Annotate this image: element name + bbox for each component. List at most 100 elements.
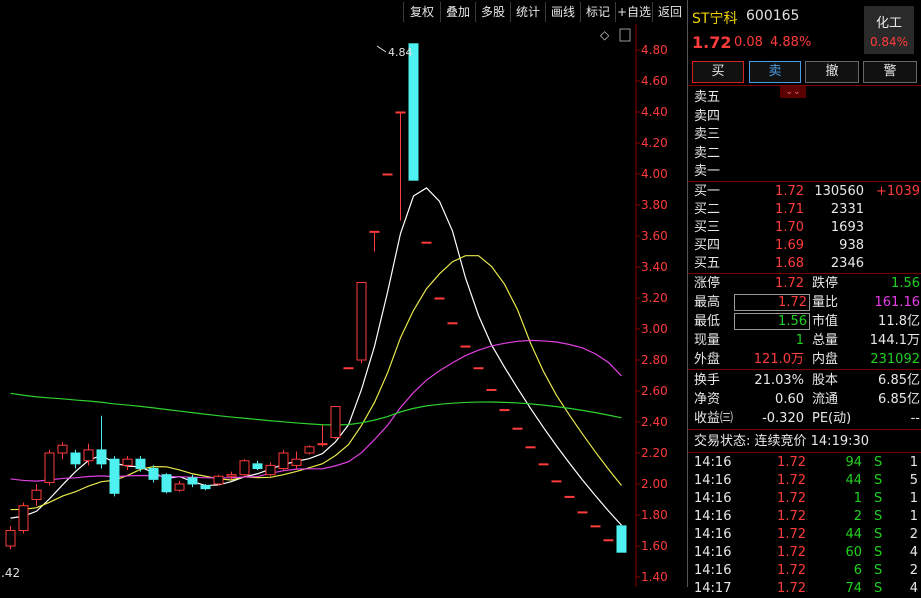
fuquan-button[interactable]: 复权: [403, 2, 440, 22]
candle: [603, 539, 614, 542]
candle: [44, 449, 55, 486]
moving-average-lines: [10, 187, 622, 526]
stat-row: 现量 1 总量 144.1万: [694, 332, 920, 350]
candle: [83, 443, 94, 466]
candle: [512, 427, 523, 430]
bid-price: 1.68: [775, 256, 804, 271]
bid-label: 买三: [694, 220, 721, 235]
stat-row: 涨停 1.72 跌停 1.56: [694, 275, 920, 293]
tick-row: 14:16 1.72 1 S 1: [694, 490, 920, 508]
candle-body: [83, 449, 94, 462]
mark-button[interactable]: 标记: [580, 2, 615, 22]
back-button[interactable]: 返回: [652, 2, 687, 22]
draw-line-button[interactable]: 画线: [545, 2, 580, 22]
tick-side: S: [874, 509, 883, 524]
candle: [356, 282, 367, 364]
tick-price: 1.72: [777, 455, 806, 470]
candle-body: [330, 406, 341, 438]
overlay-button[interactable]: 叠加: [440, 2, 475, 22]
tick-count: 2: [909, 563, 918, 578]
candle: [369, 230, 380, 252]
diamond-icon[interactable]: ◇: [600, 28, 610, 42]
candle: [317, 425, 328, 447]
candle-body: [538, 463, 549, 466]
tick-time: 14:16: [694, 527, 732, 542]
candle: [161, 473, 172, 494]
tick-row: 14:16 1.72 44 S 2: [694, 526, 920, 544]
ask-row: 卖四: [694, 108, 920, 126]
candle-body: [551, 480, 562, 483]
price-change: 0.08: [734, 35, 763, 50]
bid-volume: 1693: [830, 220, 864, 235]
trade-status: 交易状态: 连续竞价 14:19:30: [694, 434, 870, 449]
ask-label: 卖五: [694, 90, 721, 105]
tick-volume: 2: [853, 509, 862, 524]
candle-body: [96, 449, 107, 465]
tick-row: 14:17 1.72 74 S 4: [694, 580, 920, 598]
tick-volume: 60: [845, 545, 862, 560]
bid-row: 买一 1.72 130560 +1039: [694, 183, 920, 201]
candle: [57, 442, 68, 460]
window-toggle-icon[interactable]: [619, 28, 631, 42]
ask-label: 卖三: [694, 127, 721, 142]
candle: [551, 480, 562, 483]
high-price-label: 4.84: [388, 46, 413, 59]
candle: [5, 525, 16, 550]
tick-count: 4: [909, 581, 918, 596]
tick-volume: 44: [845, 527, 862, 542]
candle-body: [408, 43, 419, 181]
tick-side: S: [874, 563, 883, 578]
stat-value: 161.16: [874, 295, 921, 310]
multi-stock-button[interactable]: 多股: [475, 2, 510, 22]
bid-volume: 2346: [830, 256, 864, 271]
price-axis-label: 4.40: [641, 105, 668, 119]
add-watchlist-button[interactable]: +自选: [615, 2, 652, 22]
candle: [408, 43, 419, 181]
tick-side: S: [874, 473, 883, 488]
candle-body: [252, 463, 263, 470]
alert-button[interactable]: 警: [863, 61, 917, 83]
candle-body: [109, 458, 120, 494]
candle-body: [161, 474, 172, 493]
stat-label: 最低: [694, 314, 721, 329]
candle-body: [200, 485, 211, 490]
tick-side: S: [874, 527, 883, 542]
candle: [473, 367, 484, 370]
candle-body: [343, 367, 354, 370]
tick-volume: 1: [853, 491, 862, 506]
price-axis-label: 3.40: [641, 260, 668, 274]
cancel-order-button[interactable]: 撤: [805, 61, 859, 83]
sell-button[interactable]: 卖: [749, 61, 801, 83]
price-axis-label: 2.20: [641, 446, 668, 460]
price-axis-label: 1.40: [641, 570, 668, 584]
tick-time: 14:16: [694, 509, 732, 524]
candle-body: [499, 409, 510, 412]
bid-volume: 2331: [830, 202, 864, 217]
tick-side: S: [874, 581, 883, 596]
tick-time: 14:16: [694, 473, 732, 488]
sector-badge[interactable]: 化工 0.84%: [864, 6, 914, 54]
stat-value: --: [910, 411, 920, 426]
stock-name: ST宁科: [692, 11, 738, 27]
low-price-label: .42: [1, 566, 20, 580]
price-axis-label: 3.00: [641, 322, 668, 336]
stat-row: 收益㈢ -0.320 PE(动) --: [694, 410, 920, 428]
kline-chart[interactable]: 4.80 4.60 4.40 4.20 4.00 3.80 3.60 3.40 3.20 3.00…: [0, 24, 686, 587]
ask-row: 卖三: [694, 126, 920, 144]
tick-row: 14:16 1.72 94 S 1: [694, 454, 920, 472]
ask-label: 卖一: [694, 164, 721, 179]
tick-count: 5: [909, 473, 918, 488]
sector-pct: 0.84%: [869, 35, 909, 49]
stat-label: 总量: [812, 333, 839, 348]
candle: [538, 463, 549, 466]
buy-button[interactable]: 买: [692, 61, 744, 83]
tick-side: S: [874, 455, 883, 470]
candle: [486, 388, 497, 391]
bid-price: 1.69: [775, 238, 804, 253]
kline-svg[interactable]: 4.80 4.60 4.40 4.20 4.00 3.80 3.60 3.40 3.20 3.00…: [0, 24, 686, 587]
statistics-button[interactable]: 统计: [510, 2, 545, 22]
stat-label: 最高: [694, 295, 721, 310]
price-axis-label: 1.80: [641, 508, 668, 522]
candle-body: [421, 241, 432, 244]
tick-row: 14:16 1.72 6 S 2: [694, 562, 920, 580]
